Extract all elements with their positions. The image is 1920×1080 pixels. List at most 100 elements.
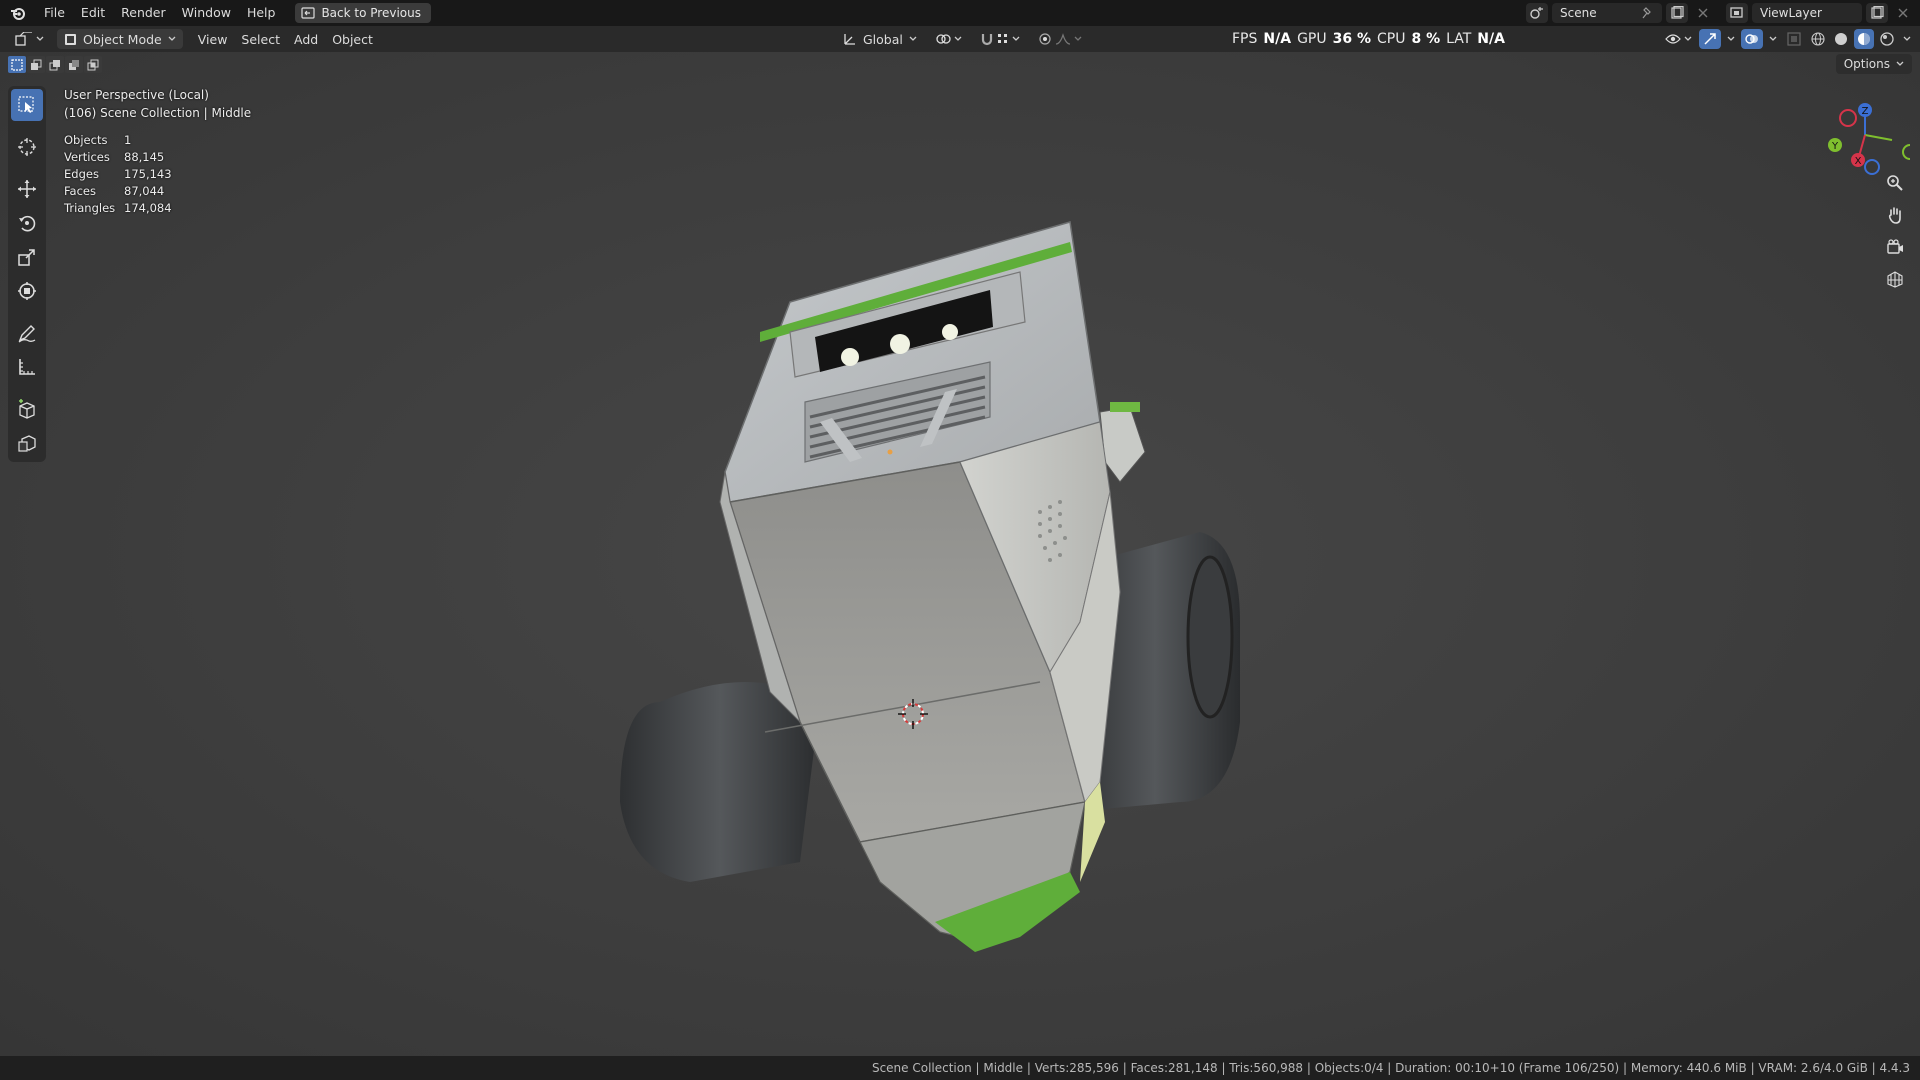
gizmo-y-label: Y [1831, 141, 1839, 152]
proportional-editing-toggle[interactable] [1031, 29, 1089, 49]
menu-help[interactable]: Help [239, 0, 284, 26]
lat-label: LAT [1446, 31, 1472, 47]
menu-render[interactable]: Render [113, 0, 174, 26]
show-gizmo-toggle[interactable] [1699, 29, 1721, 49]
select-intersect-icon[interactable] [84, 56, 102, 73]
rendered-sphere-icon [1880, 32, 1894, 46]
status-bar-text: Scene Collection | Middle | Verts:285,59… [871, 1061, 1910, 1075]
select-invert-icon[interactable] [65, 56, 83, 73]
gizmo-options-dropdown[interactable] [1724, 29, 1738, 49]
xray-toggle[interactable] [1783, 29, 1805, 49]
stat-row: Objects 1 [64, 132, 172, 149]
cursor-tool-icon[interactable] [11, 131, 43, 163]
blender-logo-icon[interactable] [0, 0, 36, 26]
select-new-icon[interactable] [8, 56, 26, 73]
select-box-tool-icon[interactable] [11, 89, 43, 121]
chevron-down-icon [1896, 61, 1904, 66]
cpu-label: CPU [1377, 31, 1406, 47]
snap-toggle[interactable] [973, 29, 1027, 49]
stat-label: Triangles [64, 201, 116, 215]
header-menu-add[interactable]: Add [287, 29, 325, 49]
chevron-down-icon [1684, 36, 1692, 41]
navigation-gizmo[interactable]: Z Y X [1820, 90, 1910, 180]
add-object-tool-icon[interactable] [11, 427, 43, 459]
selection-mode-group [8, 56, 102, 73]
menu-file[interactable]: File [36, 0, 73, 26]
editor-type-icon[interactable] [8, 29, 51, 49]
header-menu-view[interactable]: View [191, 29, 235, 49]
scene-name-value: Scene [1560, 6, 1597, 20]
menu-edit[interactable]: Edit [73, 0, 113, 26]
gizmo-neg-z-icon[interactable] [1864, 159, 1880, 175]
scene-browse-icon[interactable] [1526, 3, 1548, 23]
chevron-down-icon [909, 36, 917, 41]
3d-model-render[interactable] [600, 162, 1300, 1022]
header-menu-object[interactable]: Object [325, 29, 380, 49]
overlay-options-dropdown[interactable] [1766, 29, 1780, 49]
select-subtract-icon[interactable] [46, 56, 64, 73]
transform-orientation-label: Global [863, 31, 903, 47]
orthographic-grid-icon[interactable] [1882, 266, 1908, 292]
xray-icon [1787, 32, 1801, 46]
3d-viewport[interactable]: User Perspective (Local) (106) Scene Col… [0, 52, 1920, 1056]
viewlayer-browse-icon[interactable] [1726, 3, 1748, 23]
viewport-options-button[interactable]: Options [1835, 54, 1912, 74]
pivot-point-select[interactable] [928, 29, 969, 49]
shading-rendered-button[interactable] [1877, 29, 1897, 49]
chevron-down-icon [168, 36, 176, 41]
transform-orientation-select[interactable]: Global [836, 29, 924, 49]
header-menu-select[interactable]: Select [234, 29, 287, 49]
eye-icon [1665, 34, 1681, 44]
pan-hand-icon[interactable] [1882, 202, 1908, 228]
shading-wireframe-button[interactable] [1808, 29, 1828, 49]
viewlayer-name-field[interactable]: ViewLayer [1752, 3, 1862, 23]
transform-tool-icon[interactable] [11, 275, 43, 307]
gizmo-neg-y-icon[interactable] [1839, 109, 1857, 127]
chevron-down-icon [954, 36, 962, 41]
status-bar: Scene Collection | Middle | Verts:285,59… [0, 1056, 1920, 1080]
fps-value: N/A [1263, 31, 1292, 47]
zoom-icon[interactable] [1882, 170, 1908, 196]
back-to-previous-button[interactable]: Back to Previous [295, 3, 431, 23]
top-menu-bar: File Edit Render Window Help Back to Pre… [0, 0, 1920, 26]
viewport-display-controls [1661, 29, 1914, 49]
stat-label: Objects [64, 133, 108, 147]
stat-value: 88,145 [124, 150, 165, 164]
pin-icon[interactable] [1642, 7, 1654, 19]
back-icon [301, 7, 316, 19]
scale-tool-icon[interactable] [11, 241, 43, 273]
add-cube-tool-icon[interactable] [11, 393, 43, 425]
shading-material-button[interactable] [1854, 29, 1874, 49]
viewport-info-text: User Perspective (Local) (106) Scene Col… [64, 86, 251, 122]
measure-tool-icon[interactable] [11, 351, 43, 383]
gizmo-neg-x-icon[interactable] [1902, 144, 1910, 160]
annotate-tool-icon[interactable] [11, 317, 43, 349]
scene-name-field[interactable]: Scene [1552, 3, 1662, 23]
object-visibility-select[interactable] [1661, 29, 1696, 49]
show-overlays-toggle[interactable] [1741, 29, 1763, 49]
object-mode-select[interactable]: Object Mode [57, 29, 183, 49]
new-viewlayer-icon[interactable] [1866, 3, 1888, 23]
lat-value: N/A [1477, 31, 1505, 47]
select-extend-icon[interactable] [27, 56, 45, 73]
options-label: Options [1843, 57, 1890, 71]
stat-value: 1 [124, 133, 132, 147]
chevron-down-icon [1074, 36, 1082, 41]
collection-label: (106) Scene Collection | Middle [64, 106, 252, 120]
menu-window[interactable]: Window [174, 0, 239, 26]
transform-controls: Global [836, 29, 1089, 49]
shading-options-dropdown[interactable] [1900, 29, 1914, 49]
new-scene-icon[interactable] [1666, 3, 1688, 23]
camera-view-icon[interactable] [1882, 234, 1908, 260]
shading-solid-button[interactable] [1831, 29, 1851, 49]
gizmo-arrow-icon [1704, 33, 1716, 45]
stat-value: 174,084 [124, 201, 172, 215]
stat-value: 87,044 [124, 184, 165, 198]
delete-viewlayer-icon[interactable] [1892, 3, 1914, 23]
delete-scene-icon[interactable] [1692, 3, 1714, 23]
move-tool-icon[interactable] [11, 173, 43, 205]
cpu-value: 8 % [1411, 31, 1441, 47]
stat-label: Edges [64, 167, 99, 181]
snap-grid-icon [997, 34, 1007, 43]
rotate-tool-icon[interactable] [11, 207, 43, 239]
